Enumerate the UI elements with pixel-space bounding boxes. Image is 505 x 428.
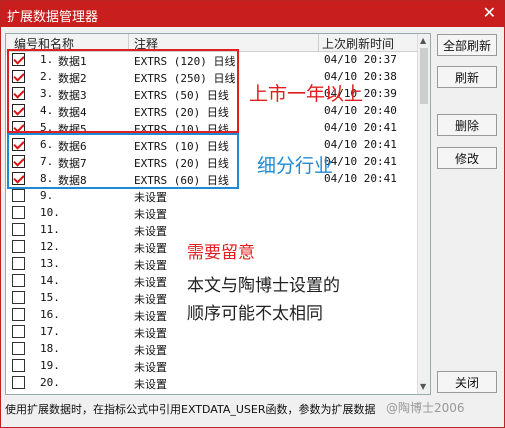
watermark: @陶博士2006 [386,401,465,415]
table-row[interactable]: 10. 未设置 [6,205,417,222]
row-time: 04/10 20:41 [324,138,397,151]
row-note: 未设置 [134,225,167,238]
row-note: 未设置 [134,208,167,221]
close-button[interactable]: 关闭 [437,371,497,393]
header-divider[interactable] [318,34,319,51]
status-hint: 使用扩展数据时，在指标公式中引用EXTDATA_USER函数，参数为扩展数据 [5,403,376,416]
annotation-listed-over-year: 上市一年以上 [249,83,364,105]
row-checkbox[interactable] [12,291,25,304]
window-title: 扩展数据管理器 [7,10,99,25]
refresh-all-button[interactable]: 全部刷新 [437,34,497,56]
row-number: 9. [40,189,54,202]
row-note: 未设置 [134,361,167,374]
row-time: 04/10 20:41 [324,155,397,168]
vertical-scrollbar[interactable]: ▲ ▼ [417,34,430,394]
row-number: 16. [40,308,60,321]
row-number: 19. [40,359,60,372]
row-number: 14. [40,274,60,287]
table-row[interactable]: 19. 未设置 [6,358,417,375]
row-checkbox[interactable] [12,274,25,287]
close-icon[interactable]: ✕ [483,3,496,22]
row-checkbox[interactable] [12,257,25,270]
row-time: 04/10 20:41 [324,121,397,134]
scroll-up-icon[interactable]: ▲ [420,36,426,45]
annotation-note-line1: 本文与陶博士设置的 [187,276,340,296]
scroll-down-icon[interactable]: ▼ [420,382,426,391]
row-checkbox[interactable] [12,325,25,338]
row-checkbox[interactable] [12,189,25,202]
row-number: 20. [40,376,60,389]
row-note: 未设置 [134,310,167,323]
row-note: 未设置 [134,378,167,391]
row-note: 未设置 [134,259,167,272]
row-note: 未设置 [134,327,167,340]
row-number: 13. [40,257,60,270]
row-checkbox[interactable] [12,240,25,253]
row-checkbox[interactable] [12,342,25,355]
row-number: 17. [40,325,60,338]
row-number: 18. [40,342,60,355]
table-row[interactable]: 20. 未设置 [6,375,417,392]
row-note: 未设置 [134,276,167,289]
row-checkbox[interactable] [12,308,25,321]
row-checkbox[interactable] [12,223,25,236]
highlight-box-blue [7,133,239,189]
edit-button[interactable]: 修改 [437,147,497,169]
row-checkbox[interactable] [12,206,25,219]
row-note: 未设置 [134,191,167,204]
delete-button[interactable]: 删除 [437,114,497,136]
table-row[interactable]: 9. 未设置 [6,188,417,205]
row-number: 15. [40,291,60,304]
row-time: 04/10 20:41 [324,172,397,185]
header-time[interactable]: 上次刷新时间 [322,35,394,52]
refresh-button[interactable]: 刷新 [437,66,497,88]
annotation-note-line2: 顺序可能不太相同 [187,304,323,324]
extended-data-manager-window: 扩展数据管理器 ✕ 编号和名称 注释 上次刷新时间 1. 数据1 EXTRS (12… [0,0,505,428]
row-note: 未设置 [134,344,167,357]
row-time: 04/10 20:37 [324,53,397,66]
scroll-thumb[interactable] [420,48,428,104]
title-bar: 扩展数据管理器 ✕ [1,1,504,27]
row-number: 10. [40,206,60,219]
table-row[interactable]: 11. 未设置 [6,222,417,239]
table-row[interactable]: 17. 未设置 [6,324,417,341]
row-checkbox[interactable] [12,376,25,389]
highlight-box-red [7,49,239,133]
row-number: 12. [40,240,60,253]
row-note: 未设置 [134,242,167,255]
row-note: 未设置 [134,293,167,306]
row-number: 11. [40,223,60,236]
annotation-sub-industry: 细分行业 [257,155,334,177]
annotation-note-title: 需要留意 [187,243,255,263]
table-row[interactable]: 18. 未设置 [6,341,417,358]
row-checkbox[interactable] [12,359,25,372]
